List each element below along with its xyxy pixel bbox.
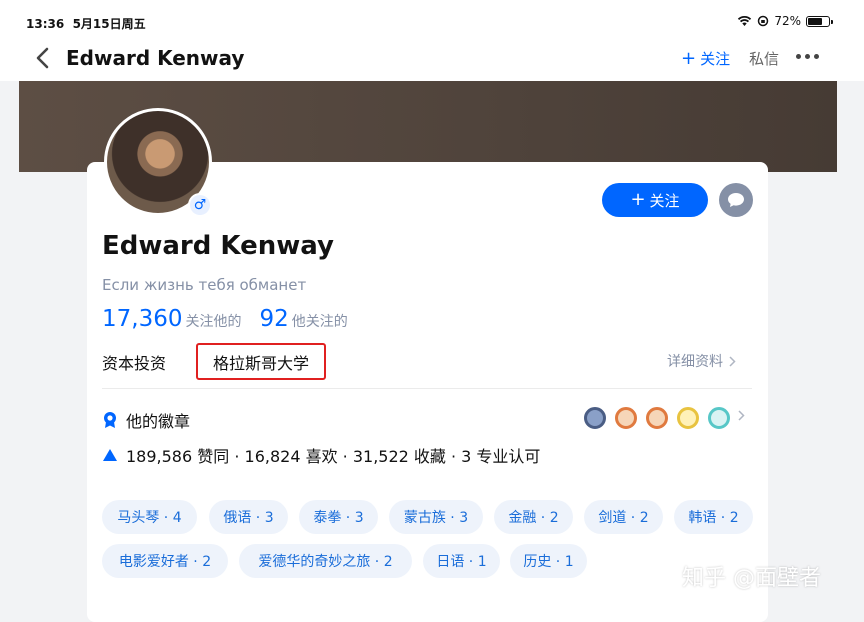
education-label: 格拉斯哥大学	[212, 353, 309, 373]
tag-chip[interactable]: 剑道 · 2	[584, 500, 663, 534]
following-label[interactable]: 他关注的	[292, 311, 348, 331]
badge-2-icon	[615, 407, 637, 429]
tag-chip[interactable]: 爱德华的奇妙之旅 · 2	[239, 544, 412, 578]
followers-count[interactable]: 17,360	[102, 306, 182, 332]
more-icon[interactable]	[796, 54, 819, 59]
chat-bubble-icon[interactable]	[719, 183, 753, 217]
badges-label: 他的徽章	[126, 412, 191, 431]
follow-stats: 17,360 关注他的 92 他关注的	[102, 306, 348, 332]
male-icon: ♂	[190, 195, 210, 215]
status-indicators: 72%	[737, 14, 833, 28]
nav-title: Edward Kenway	[66, 46, 245, 70]
tag-chip[interactable]: 韩语 · 2	[674, 500, 753, 534]
battery-icon	[806, 15, 833, 27]
orientation-lock-icon	[758, 15, 769, 27]
badge-5-icon	[708, 407, 730, 429]
profile-headline: Если жизнь тебя обманет	[102, 276, 307, 294]
follow-button[interactable]: + 关注	[602, 183, 708, 217]
divider	[102, 388, 752, 389]
badges-row[interactable]: 他的徽章	[102, 408, 190, 432]
tag-chip[interactable]: 马头琴 · 4	[102, 500, 197, 534]
badge-ribbon-icon	[104, 412, 116, 428]
badge-4-icon	[677, 407, 699, 429]
achievements-row: 189,586 赞同 · 16,824 喜欢 · 31,522 收藏 · 3 专…	[102, 443, 540, 467]
tag-chip[interactable]: 电影爱好者 · 2	[102, 544, 228, 578]
follow-button-label: 关注	[649, 191, 680, 210]
status-date: 5月15日周五	[72, 17, 146, 31]
tag-chip[interactable]: 金融 · 2	[494, 500, 573, 534]
battery-percent: 72%	[774, 14, 801, 28]
badge-3-icon	[646, 407, 668, 429]
nav-follow-label: 关注	[700, 50, 731, 68]
tag-chip[interactable]: 蒙古族 · 3	[389, 500, 483, 534]
back-arrow-icon[interactable]	[32, 45, 54, 71]
tag-chip[interactable]: 泰拳 · 3	[299, 500, 378, 534]
education-highlight: 格拉斯哥大学	[196, 343, 326, 380]
tag-chip[interactable]: 历史 · 1	[510, 544, 587, 578]
gender-badge: ♂	[188, 193, 212, 217]
badges-chevron-icon[interactable]	[738, 410, 745, 421]
industry-label: 资本投资	[102, 354, 167, 373]
watermark: 知乎 @面壁者	[682, 566, 821, 591]
plus-icon: +	[681, 47, 697, 69]
wifi-icon	[738, 15, 752, 26]
nav-follow-button[interactable]: + 关注	[681, 48, 730, 69]
details-label: 详细资料	[667, 354, 723, 370]
details-link[interactable]: 详细资料	[667, 351, 736, 371]
badge-1-icon	[584, 407, 606, 429]
plus-icon: +	[630, 189, 646, 210]
nav-bar: Edward Kenway + 关注 私信	[0, 36, 864, 81]
profile-name: Edward Kenway	[102, 231, 334, 261]
achievements-text: 189,586 赞同 · 16,824 喜欢 · 31,522 收藏 · 3 专…	[126, 447, 541, 466]
chevron-right-icon	[729, 355, 736, 367]
badge-icons[interactable]	[584, 407, 730, 429]
message-button[interactable]: 私信	[749, 48, 779, 69]
upvote-triangle-icon	[103, 449, 117, 461]
tag-chip[interactable]: 俄语 · 3	[209, 500, 288, 534]
following-count[interactable]: 92	[259, 306, 288, 332]
status-time: 13:36 5月15日周五	[26, 17, 146, 31]
followers-label[interactable]: 关注他的	[185, 311, 241, 331]
tag-chip[interactable]: 日语 · 1	[423, 544, 500, 578]
